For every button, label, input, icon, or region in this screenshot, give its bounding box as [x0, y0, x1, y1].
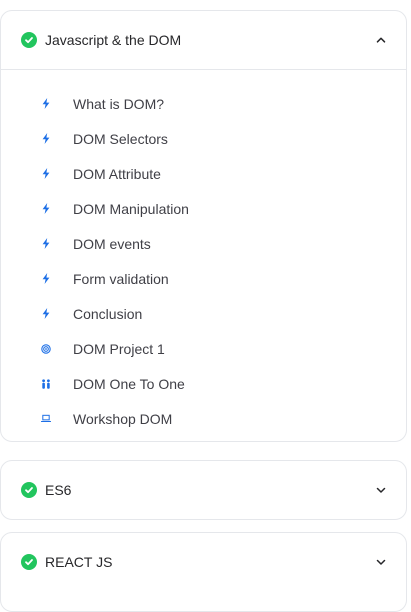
lesson-dom-events[interactable]: DOM events [1, 226, 406, 261]
lightning-icon [41, 203, 51, 215]
lesson-label: DOM Project 1 [73, 340, 165, 357]
section-header-react-js[interactable]: REACT JS [1, 533, 406, 591]
lesson-label: DOM Manipulation [73, 200, 189, 217]
lesson-dom-selectors[interactable]: DOM Selectors [1, 121, 406, 156]
section-title: REACT JS [45, 554, 113, 570]
chevron-down-icon[interactable] [374, 555, 388, 569]
lightning-icon [41, 238, 51, 250]
lightning-icon [41, 133, 51, 145]
check-circle-icon [21, 32, 37, 48]
lesson-dom-project-1[interactable]: DOM Project 1 [1, 331, 406, 366]
lesson-label: Form validation [73, 270, 169, 287]
chevron-up-icon[interactable] [374, 33, 388, 47]
section-react-js: REACT JS [0, 532, 407, 612]
lesson-label: DOM Selectors [73, 130, 168, 147]
lesson-label: Conclusion [73, 305, 143, 322]
lightning-icon [41, 308, 51, 320]
chevron-down-icon[interactable] [374, 483, 388, 497]
people-icon [41, 378, 51, 390]
lesson-workshop-dom[interactable]: Workshop DOM [1, 401, 406, 436]
section-javascript-dom: Javascript & the DOM What is DOM? DOM Se… [0, 10, 407, 442]
lesson-form-validation[interactable]: Form validation [1, 261, 406, 296]
lightning-icon [41, 273, 51, 285]
check-circle-icon [21, 554, 37, 570]
section-title: ES6 [45, 482, 72, 498]
lesson-conclusion[interactable]: Conclusion [1, 296, 406, 331]
section-title: Javascript & the DOM [45, 32, 182, 48]
target-icon [41, 343, 51, 355]
lesson-label: Workshop DOM [73, 410, 173, 427]
section-header-es6[interactable]: ES6 [1, 461, 406, 519]
section-es6: ES6 [0, 460, 407, 520]
lesson-label: DOM One To One [73, 375, 185, 392]
lesson-label: What is DOM? [73, 95, 165, 112]
lesson-dom-manipulation[interactable]: DOM Manipulation [1, 191, 406, 226]
laptop-icon [41, 413, 51, 425]
lesson-label: DOM events [73, 235, 151, 252]
section-header-javascript-dom[interactable]: Javascript & the DOM [1, 11, 406, 69]
lesson-list: What is DOM? DOM Selectors DOM Attribute… [1, 69, 406, 441]
lightning-icon [41, 98, 51, 110]
lesson-dom-one-to-one[interactable]: DOM One To One [1, 366, 406, 401]
lesson-label: DOM Attribute [73, 165, 161, 182]
lesson-what-is-dom[interactable]: What is DOM? [1, 86, 406, 121]
lightning-icon [41, 168, 51, 180]
check-circle-icon [21, 482, 37, 498]
lesson-dom-attribute[interactable]: DOM Attribute [1, 156, 406, 191]
